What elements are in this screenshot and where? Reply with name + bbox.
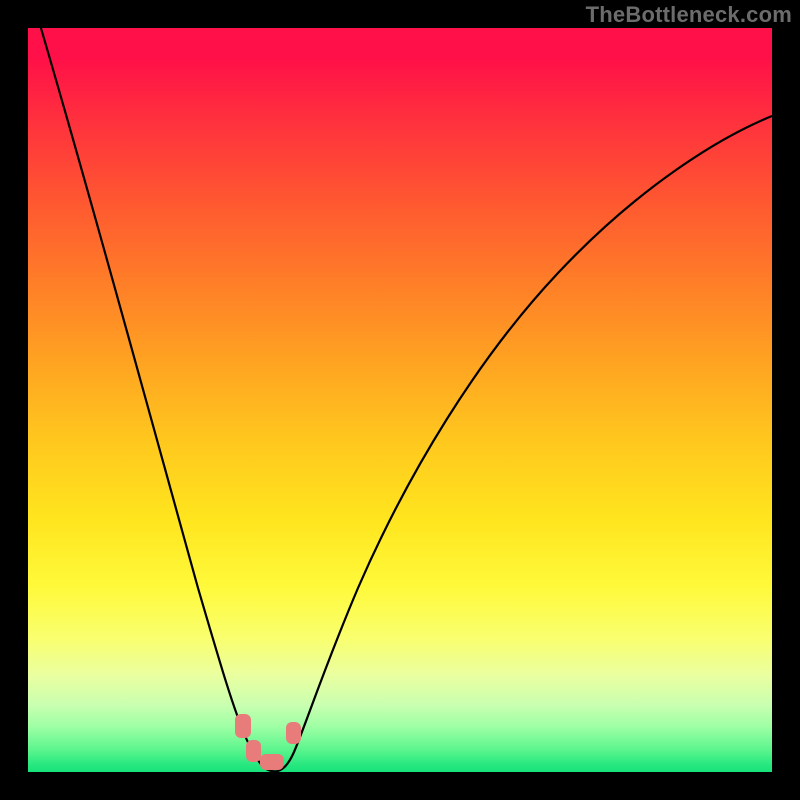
plot-frame bbox=[28, 28, 772, 772]
optimum-dot-base bbox=[260, 754, 284, 770]
curve-path bbox=[38, 18, 772, 771]
optimum-dot-left bbox=[235, 714, 251, 738]
optimum-dot-mid bbox=[246, 740, 261, 762]
optimum-dot-right bbox=[286, 722, 301, 744]
bottleneck-curve bbox=[28, 28, 772, 772]
watermark-text: TheBottleneck.com bbox=[586, 2, 792, 28]
